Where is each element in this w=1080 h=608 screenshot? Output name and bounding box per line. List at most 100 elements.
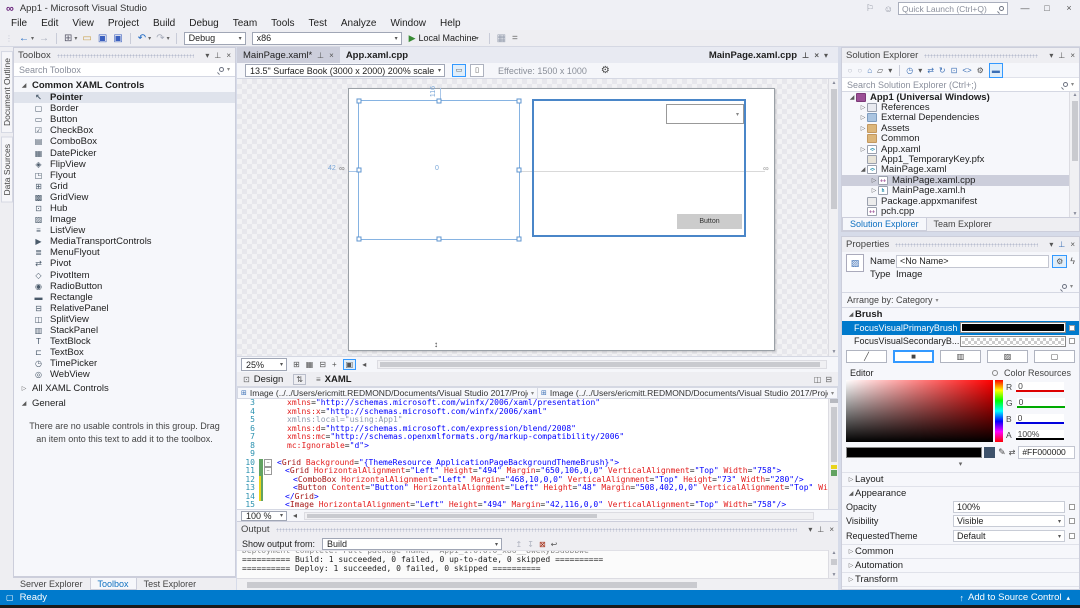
toolbox-item-rectangle[interactable]: ▬ Rectangle bbox=[14, 292, 235, 303]
resize-handle[interactable] bbox=[356, 236, 362, 242]
show-grid-icon[interactable]: ⊞ bbox=[293, 360, 300, 369]
tab-list-dropdown-icon[interactable]: ▾ bbox=[824, 51, 828, 60]
vertical-split-icon[interactable]: ◫ bbox=[814, 375, 822, 384]
properties-header[interactable]: Properties ▾ ⊥ × bbox=[842, 237, 1079, 252]
toolbox-item-gridview[interactable]: ▩ GridView bbox=[14, 192, 235, 203]
g-input[interactable]: 0 bbox=[1016, 398, 1065, 408]
tree-item-mainpage-xaml-cpp[interactable]: ▷MainPage.xaml.cpp bbox=[842, 175, 1079, 186]
canvas-button[interactable]: Button bbox=[677, 214, 742, 229]
side-tab-document-outline[interactable]: Document Outline bbox=[1, 51, 13, 134]
gradient-brush-icon[interactable]: ▥ bbox=[940, 350, 981, 363]
pending-changes-filter-icon[interactable]: ◷ bbox=[906, 64, 913, 77]
toolbox-item-grid[interactable]: ⊞ Grid bbox=[14, 181, 235, 192]
view-code-icon[interactable]: <> bbox=[962, 64, 971, 77]
chevron-down-icon[interactable]: ▾ bbox=[74, 35, 77, 42]
scroll-up-icon[interactable]: ▲ bbox=[1070, 92, 1079, 98]
solution-search-input[interactable]: Search Solution Explorer (Ctrl+;) ▾ bbox=[842, 78, 1079, 92]
name-input[interactable]: <No Name> bbox=[896, 254, 1050, 268]
toolbox-item-splitview[interactable]: ◫ SplitView bbox=[14, 314, 235, 325]
output-header[interactable]: Output ▾ ⊥ × bbox=[237, 522, 838, 537]
toolbox-item-combobox[interactable]: ▤ ComboBox bbox=[14, 136, 235, 147]
resize-handle[interactable] bbox=[356, 98, 362, 104]
design-surface[interactable]: 116 42 ∞ ∞ 0 ▾ Button ↕ ▲ ▼ bbox=[237, 79, 838, 356]
property-wrench-icon[interactable]: ⚙ bbox=[1052, 254, 1068, 268]
toolbox-item-stackpanel[interactable]: ▥ StackPanel bbox=[14, 325, 235, 336]
start-debug-button[interactable]: ▶ Local Machine ▾ bbox=[409, 33, 481, 44]
splitter-handle[interactable] bbox=[830, 399, 838, 403]
close-icon[interactable]: × bbox=[1070, 51, 1075, 60]
snapping-toggle-icon[interactable]: ▣ bbox=[342, 359, 357, 370]
events-lightning-icon[interactable]: ϟ bbox=[1070, 256, 1075, 266]
brush-row-focusvisualsecondaryb[interactable]: FocusVisualSecondaryB... bbox=[842, 335, 1079, 349]
pin-icon[interactable]: ⊥ bbox=[317, 51, 324, 60]
scroll-up-icon[interactable]: ▲ bbox=[829, 550, 839, 556]
tree-item-mainpage-xaml[interactable]: ◢MainPage.xaml bbox=[842, 164, 1079, 175]
portrait-orientation-button[interactable]: ▯ bbox=[470, 64, 484, 77]
selected-grid[interactable] bbox=[356, 98, 522, 242]
device-settings-gear-icon[interactable]: ⚙ bbox=[601, 65, 610, 76]
menu-help[interactable]: Help bbox=[433, 17, 468, 30]
output-text[interactable]: Deployment complete. Full package name: … bbox=[237, 550, 828, 578]
pin-icon[interactable]: ⊥ bbox=[1058, 240, 1065, 249]
scrollbar-thumb[interactable] bbox=[1072, 101, 1078, 161]
side-tab-data-sources[interactable]: Data Sources bbox=[1, 137, 13, 203]
menu-edit[interactable]: Edit bbox=[34, 17, 65, 30]
toggle-word-wrap-icon[interactable]: ↩ bbox=[551, 538, 558, 551]
toolbox-group-common[interactable]: ◢ Common XAML Controls bbox=[14, 77, 235, 92]
tree-item-assets[interactable]: ▷ Assets bbox=[842, 123, 1079, 134]
tree-item-app1-temporarykey-pfx[interactable]: App1_TemporaryKey.pfx bbox=[842, 154, 1079, 165]
resize-handle[interactable] bbox=[516, 167, 522, 173]
toolbox-item-webview[interactable]: ◎ WebView bbox=[14, 369, 235, 380]
filter-dropdown-icon[interactable]: ▾ bbox=[918, 64, 922, 77]
platform-combo[interactable]: x86 ▾ bbox=[251, 31, 402, 45]
no-brush-icon[interactable]: ╱ bbox=[846, 350, 887, 363]
solid-color-brush-icon[interactable]: ■ bbox=[893, 350, 934, 363]
menu-view[interactable]: View bbox=[65, 17, 101, 30]
chevron-down-icon[interactable]: ▾ bbox=[31, 35, 34, 42]
toolbox-item-textblock[interactable]: T TextBlock bbox=[14, 336, 235, 347]
window-position-icon[interactable]: ▾ bbox=[1049, 51, 1053, 60]
resize-handle[interactable] bbox=[356, 167, 362, 173]
brush-resource-icon[interactable]: ▢ bbox=[1034, 350, 1075, 363]
tree-item-common[interactable]: Common bbox=[842, 133, 1079, 144]
explorer-tab-solution-explorer[interactable]: Solution Explorer bbox=[842, 218, 927, 231]
close-icon[interactable]: × bbox=[814, 51, 819, 60]
expanded-icon[interactable]: ◢ bbox=[859, 166, 867, 173]
toolbox-item-image[interactable]: ▨ Image bbox=[14, 214, 235, 225]
scrollbar-thumb[interactable] bbox=[247, 582, 697, 588]
toolbox-item-datepicker[interactable]: ▦ DatePicker bbox=[14, 147, 235, 159]
previous-message-icon[interactable]: ↥ bbox=[516, 538, 523, 551]
toolbox-group-general[interactable]: ◢ General bbox=[14, 395, 235, 410]
section-layout[interactable]: ▷ Layout bbox=[842, 472, 1079, 486]
quick-launch-input[interactable]: Quick Launch (Ctrl+Q) bbox=[898, 2, 1008, 15]
toolbox-item-radiobutton[interactable]: ◉ RadioButton bbox=[14, 281, 235, 292]
menu-file[interactable]: File bbox=[4, 17, 34, 30]
minimize-button[interactable]: — bbox=[1014, 0, 1036, 17]
swap-panes-icon[interactable]: ⇅ bbox=[293, 373, 306, 385]
menu-tools[interactable]: Tools bbox=[264, 17, 301, 30]
switch-views-dropdown-icon[interactable]: ▾ bbox=[888, 64, 892, 77]
collapsed-icon[interactable]: ▷ bbox=[859, 104, 867, 111]
refresh-icon[interactable]: ↻ bbox=[939, 64, 946, 77]
code-horizontal-scrollbar[interactable] bbox=[304, 511, 815, 520]
toolbox-item-menuflyout[interactable]: ≣ MenuFlyout bbox=[14, 247, 235, 258]
save-icon[interactable]: ▣ bbox=[98, 31, 107, 46]
new-project-icon[interactable]: ⊞ bbox=[64, 31, 72, 46]
forward-icon[interactable]: ○ bbox=[857, 64, 862, 77]
collapsed-icon[interactable]: ▷ bbox=[859, 125, 867, 132]
solution-tree-scrollbar[interactable]: ▲ ▼ bbox=[1069, 92, 1079, 217]
collapsed-icon[interactable]: ▷ bbox=[859, 114, 867, 121]
property-marker[interactable] bbox=[1069, 533, 1075, 539]
scroll-down-icon[interactable]: ▼ bbox=[1070, 211, 1079, 217]
undo-icon[interactable]: ↶ bbox=[138, 31, 146, 46]
properties-search-input[interactable]: ▾ bbox=[842, 281, 1079, 293]
tree-item-mainpage-xaml-h[interactable]: ▷MainPage.xaml.h bbox=[842, 185, 1079, 196]
pin-icon[interactable]: ⊥ bbox=[802, 51, 809, 60]
resize-bottom-icon[interactable]: ↕ bbox=[434, 341, 438, 349]
attach-icon[interactable]: ▦ bbox=[497, 31, 506, 46]
preview-selected-items-icon[interactable]: ▬ bbox=[988, 62, 1003, 78]
toolbox-item-flyout[interactable]: ◳ Flyout bbox=[14, 170, 235, 181]
section-automation[interactable]: ▷ Automation bbox=[842, 558, 1079, 572]
tree-item-app-xaml[interactable]: ▷App.xaml bbox=[842, 144, 1079, 155]
window-position-icon[interactable]: ▾ bbox=[1049, 240, 1053, 249]
